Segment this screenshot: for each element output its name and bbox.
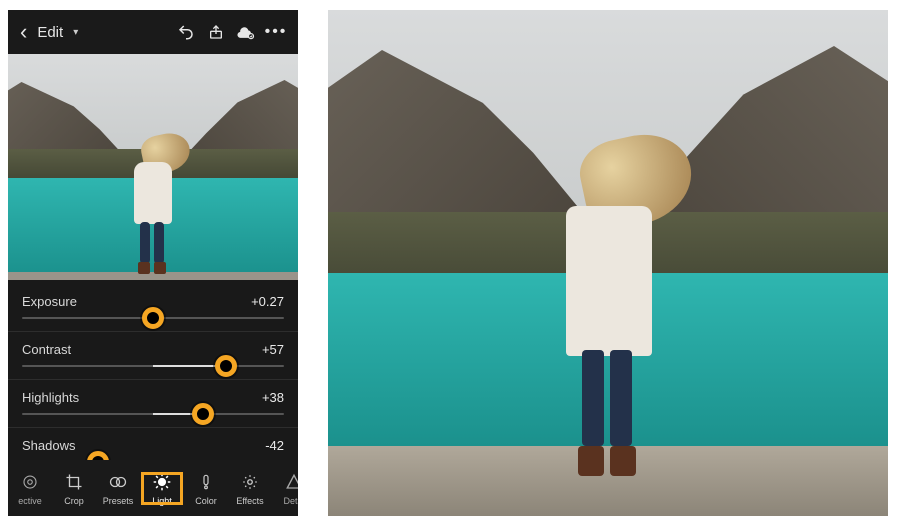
tool-color[interactable]: Color bbox=[184, 471, 228, 506]
cloud-sync-icon[interactable] bbox=[236, 22, 256, 42]
presets-icon bbox=[107, 471, 129, 493]
tool-label: Crop bbox=[64, 496, 84, 506]
tool-label: Light bbox=[152, 496, 172, 506]
tool-label: Color bbox=[195, 496, 217, 506]
slider-value: +0.27 bbox=[251, 294, 284, 309]
contrast-slider: Contrast +57 bbox=[8, 332, 298, 379]
bottom-toolbar: ective Crop Presets Light Color bbox=[8, 460, 298, 516]
editor-app: ‹ Edit ▾ ••• bbox=[8, 10, 298, 516]
crop-icon bbox=[63, 471, 85, 493]
share-icon[interactable] bbox=[206, 22, 226, 42]
title-chevron-icon[interactable]: ▾ bbox=[73, 27, 78, 38]
tool-presets[interactable]: Presets bbox=[96, 471, 140, 506]
tool-detail[interactable]: Detai bbox=[272, 471, 298, 506]
slider-label: Shadows bbox=[22, 438, 75, 453]
slider-track[interactable] bbox=[22, 365, 284, 367]
slider-handle[interactable] bbox=[192, 403, 214, 425]
tool-light[interactable]: Light bbox=[140, 471, 184, 506]
slider-handle[interactable] bbox=[215, 355, 237, 377]
highlights-slider: Highlights +38 bbox=[8, 380, 298, 427]
slider-value: +57 bbox=[262, 342, 284, 357]
photo-content bbox=[8, 54, 298, 280]
slider-track[interactable] bbox=[22, 317, 284, 319]
slider-value: +38 bbox=[262, 390, 284, 405]
tool-selective[interactable]: ective bbox=[8, 471, 52, 506]
slider-track[interactable] bbox=[22, 413, 284, 415]
detail-icon bbox=[283, 471, 298, 493]
slider-label: Exposure bbox=[22, 294, 77, 309]
image-preview[interactable] bbox=[8, 54, 298, 280]
light-sliders-panel: Exposure +0.27 Contrast +57 Highlights bbox=[8, 280, 298, 479]
color-icon bbox=[195, 471, 217, 493]
more-icon[interactable]: ••• bbox=[266, 22, 286, 42]
selective-icon bbox=[19, 471, 41, 493]
tool-crop[interactable]: Crop bbox=[52, 471, 96, 506]
effects-icon bbox=[239, 471, 261, 493]
slider-label: Highlights bbox=[22, 390, 79, 405]
screen-title: Edit bbox=[37, 24, 63, 41]
top-bar: ‹ Edit ▾ ••• bbox=[8, 10, 298, 54]
exposure-slider: Exposure +0.27 bbox=[8, 284, 298, 331]
tool-label: Presets bbox=[103, 496, 134, 506]
tool-effects[interactable]: Effects bbox=[228, 471, 272, 506]
back-icon[interactable]: ‹ bbox=[20, 19, 27, 45]
tool-label: Detai bbox=[283, 496, 298, 506]
tool-label: Effects bbox=[236, 496, 263, 506]
tool-label: ective bbox=[18, 496, 42, 506]
slider-value: -42 bbox=[265, 438, 284, 453]
photo-content bbox=[328, 10, 888, 516]
light-icon bbox=[151, 471, 173, 493]
slider-label: Contrast bbox=[22, 342, 71, 357]
slider-handle[interactable] bbox=[142, 307, 164, 329]
reference-photo bbox=[328, 10, 888, 516]
undo-icon[interactable] bbox=[176, 22, 196, 42]
